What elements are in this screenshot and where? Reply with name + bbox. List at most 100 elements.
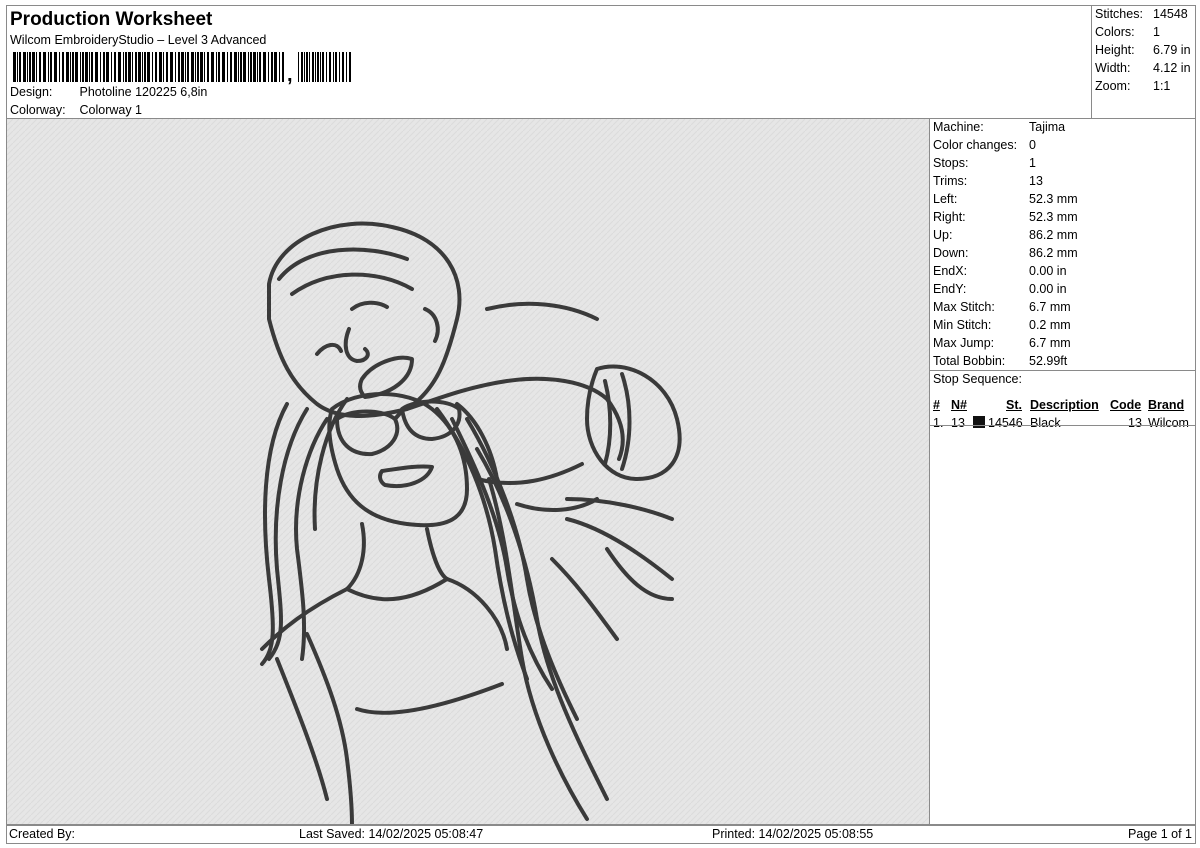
machine-info-value: 6.7 mm [1029, 336, 1071, 350]
barcode-bar [70, 52, 71, 82]
machine-info-key: Up: [933, 228, 953, 242]
barcode-bar [197, 52, 199, 82]
summary-key: Colors: [1095, 25, 1135, 39]
barcode-bar [125, 52, 127, 82]
barcode-bar [142, 52, 143, 82]
barcode-bar [322, 52, 324, 82]
machine-info-row: Min Stitch: 0.2 mm [933, 318, 1071, 336]
barcode-bar [333, 52, 334, 82]
machine-info-value: 0.2 mm [1029, 318, 1071, 332]
barcode-bar [253, 52, 256, 82]
barcode-bar [227, 52, 228, 82]
barcode-bar [306, 52, 308, 82]
barcode-bar [91, 52, 93, 82]
machine-info-row: EndX: 0.00 in [933, 264, 1067, 282]
barcode-bar [309, 52, 310, 82]
barcode-bar [257, 52, 258, 82]
page-number: Page 1 of 1 [1128, 827, 1192, 841]
machine-info-key: EndY: [933, 282, 967, 296]
machine-info-value: 13 [1029, 174, 1043, 188]
barcode-bar [50, 52, 52, 82]
barcode [13, 52, 351, 82]
summary-value: 6.79 in [1153, 43, 1191, 57]
machine-info-panel: Machine: Tajima Color changes: 0 Stops: 1 Trim… [929, 118, 1196, 826]
barcode-bar [163, 52, 164, 82]
barcode-bar [298, 52, 299, 82]
barcode-bar [72, 52, 74, 82]
barcode-bar [342, 52, 344, 82]
barcode-bar [250, 52, 252, 82]
summary-key: Width: [1095, 61, 1131, 75]
barcode-bar [85, 52, 88, 82]
barcode-bar [339, 52, 340, 82]
machine-info-key: Down: [933, 246, 969, 260]
machine-info-row: Right: 52.3 mm [933, 210, 1078, 228]
machine-info-key: EndX: [933, 264, 968, 278]
barcode-bar [19, 52, 21, 82]
design-label: Design: [10, 85, 53, 99]
printed-date: Printed: 14/02/2025 05:08:55 [712, 827, 874, 841]
barcode-bar [200, 52, 203, 82]
barcode-bar [248, 52, 249, 82]
summary-key: Height: [1095, 43, 1135, 57]
barcode-bar [95, 52, 98, 82]
barcode-bar [166, 52, 168, 82]
barcode-bar [317, 52, 319, 82]
machine-info-row: Left: 52.3 mm [933, 192, 1078, 210]
stop-needle: 13 [951, 416, 965, 430]
barcode-bar [320, 52, 321, 82]
barcode-bar [191, 52, 194, 82]
colorway-label: Colorway: [10, 103, 66, 117]
barcode-bar [144, 52, 146, 82]
barcode-bar [89, 52, 90, 82]
stop-sequence-header: # N# St. Description Code Brand [933, 398, 1193, 414]
barcode-bar [222, 52, 225, 82]
barcode-bar [185, 52, 186, 82]
machine-info-row: Machine: Tajima [933, 120, 1065, 138]
barcode-bar [138, 52, 141, 82]
barcode-bar [207, 52, 209, 82]
machine-info-value: 52.3 mm [1029, 192, 1078, 206]
stop-description: Black [1030, 416, 1061, 430]
machine-info-row: EndY: 0.00 in [933, 282, 1067, 300]
machine-info-key: Color changes: [933, 138, 1018, 152]
barcode-bar [175, 52, 176, 82]
machine-info-value: 86.2 mm [1029, 246, 1078, 260]
colorway-row: Colorway: Colorway 1 [10, 103, 142, 117]
barcode-bar [13, 52, 16, 82]
machine-info-row: Max Jump: 6.7 mm [933, 336, 1071, 354]
barcode-bar [234, 52, 237, 82]
barcode-bar [80, 52, 81, 82]
barcode-bar [238, 52, 239, 82]
barcode-bar [132, 52, 133, 82]
design-row: Design: Photoline 120225 6,8in [10, 85, 207, 99]
color-swatch [973, 416, 985, 428]
barcode-bar [39, 52, 41, 82]
barcode-bar [75, 52, 78, 82]
barcode-bar [43, 52, 46, 82]
barcode-bar [240, 52, 242, 82]
barcode-bar [279, 52, 280, 82]
barcode-bar [216, 52, 217, 82]
machine-info-value: 86.2 mm [1029, 228, 1078, 242]
barcode-bar [170, 52, 173, 82]
colorway-value: Colorway 1 [79, 103, 143, 117]
summary-row-stitches: Stitches: 14548 [1095, 7, 1188, 25]
divider [930, 370, 1195, 371]
column-header: Code [1110, 398, 1142, 412]
column-header: Brand [1148, 398, 1185, 412]
machine-info-row: Down: 86.2 mm [933, 246, 1078, 264]
barcode-bar [259, 52, 261, 82]
barcode-bar [230, 52, 232, 82]
machine-info-value: 6.7 mm [1029, 300, 1071, 314]
machine-info-key: Stops: [933, 156, 969, 170]
barcode-bar [301, 52, 303, 82]
design-summary: Stitches: 14548 Colors: 1 Height: 6.79 in W… [1091, 5, 1196, 119]
barcode-bar [111, 52, 112, 82]
machine-info-value: 0 [1029, 138, 1036, 152]
machine-info-key: Machine: [933, 120, 984, 134]
barcode-bar [335, 52, 337, 82]
barcode-bar [195, 52, 196, 82]
machine-info-key: Right: [933, 210, 966, 224]
barcode-bar [263, 52, 266, 82]
